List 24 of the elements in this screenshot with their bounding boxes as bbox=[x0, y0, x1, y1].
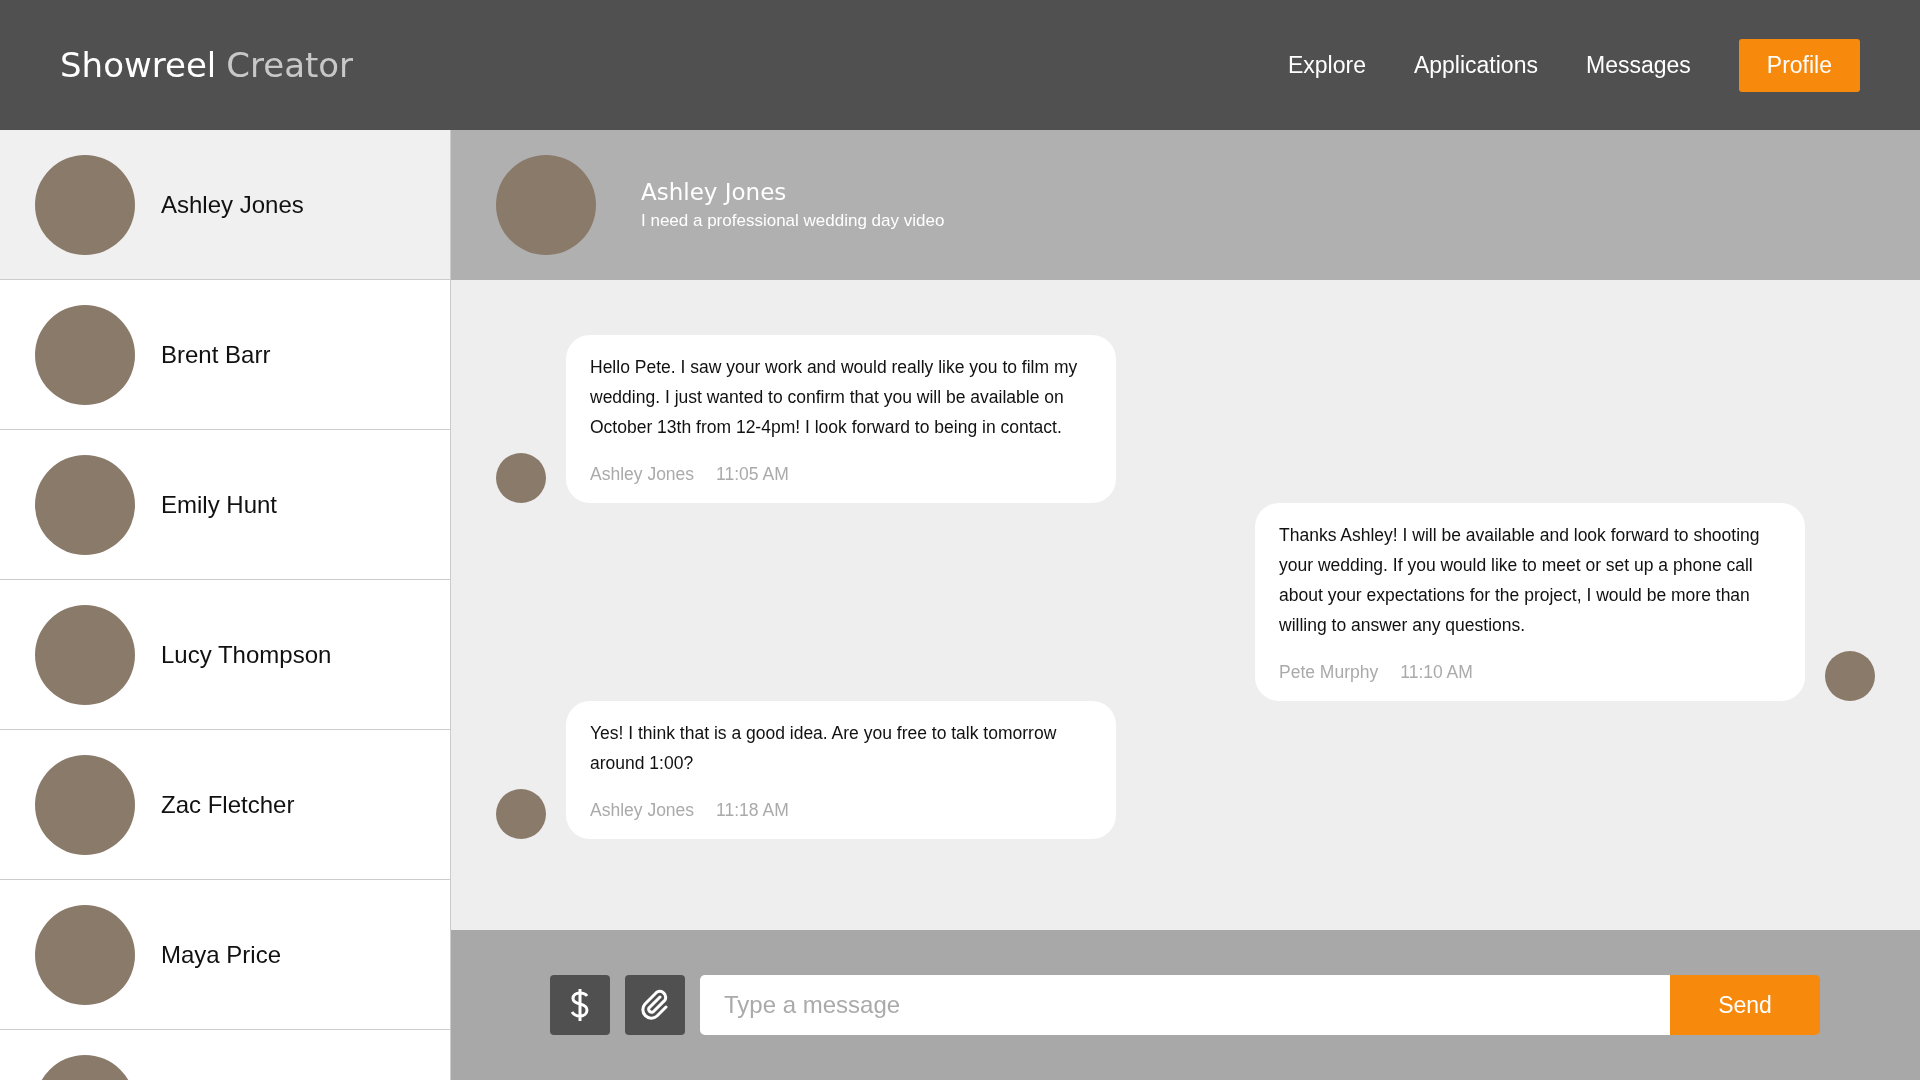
message-time: 11:10 AM bbox=[1400, 662, 1473, 683]
message-input[interactable]: Type a message bbox=[700, 975, 1670, 1035]
sender-name: Ashley Jones bbox=[590, 464, 695, 485]
avatar bbox=[1825, 651, 1875, 701]
message-time: 11:18 AM bbox=[716, 800, 789, 821]
logo-text: Showreel bbox=[60, 45, 217, 85]
message-time: 11:05 AM bbox=[716, 464, 789, 485]
attach-button[interactable] bbox=[625, 975, 685, 1035]
message-text: Hello Pete. I saw your work and would really like you to film my wedding. I just wanted to confirm that you will be available on October 13th from 12-4pm! I look forward to being in contact. bbox=[590, 356, 1079, 439]
message-text: Thanks Ashley! I will be available and look forward to shooting your wedding. If you would like to meet or set up a phone call about your expectations for the project, I would be more than willing to answer any questions. bbox=[1279, 524, 1761, 637]
logo-text: Creator bbox=[226, 45, 354, 85]
message-text: Yes! I think that is a good idea. Are you free to talk tomorrow around 1:00? bbox=[590, 722, 1058, 775]
avatar bbox=[496, 789, 546, 839]
dollar-icon bbox=[569, 988, 591, 1022]
avatar bbox=[496, 453, 546, 503]
nav-link[interactable]: Messages bbox=[1585, 51, 1691, 79]
nav-link[interactable]: Applications bbox=[1413, 51, 1538, 79]
sender-name: Pete Murphy bbox=[1279, 662, 1379, 683]
sender-name: Ashley Jones bbox=[590, 800, 695, 821]
contact-name: Ashley Jones bbox=[641, 179, 788, 205]
nav-link[interactable]: Explore bbox=[1287, 51, 1366, 79]
conversation-subtitle: I need a professional wedding day video bbox=[641, 211, 945, 231]
contact-item[interactable]: Ashley Jones bbox=[0, 130, 450, 280]
payment-button[interactable] bbox=[550, 975, 610, 1035]
